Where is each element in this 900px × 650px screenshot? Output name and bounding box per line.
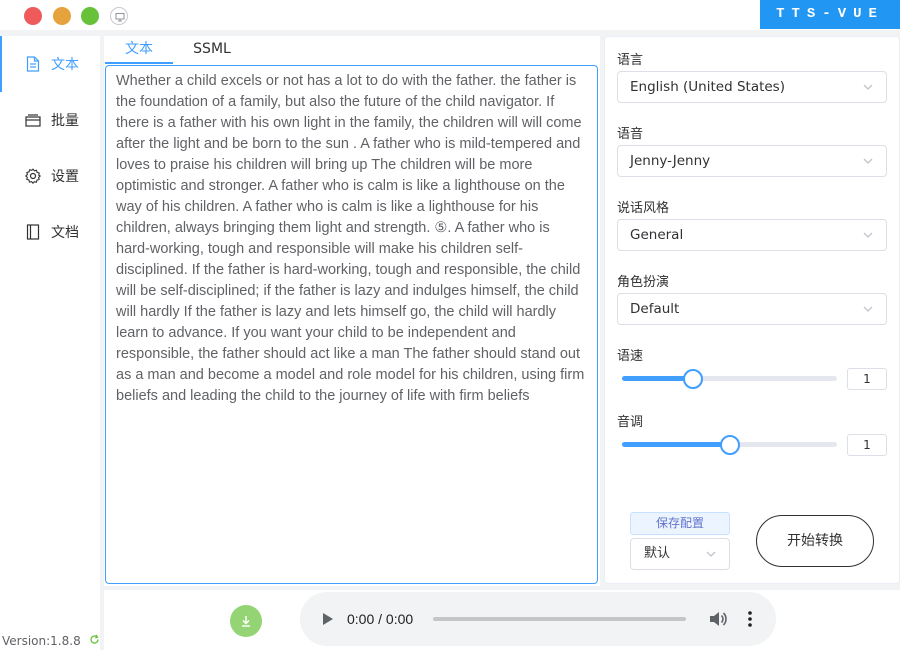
- gear-icon: [24, 167, 42, 185]
- settings-panel: 语言 English (United States) 语音 Jenny-Jenn…: [604, 36, 900, 584]
- sidebar-item-text[interactable]: 文本: [0, 36, 100, 92]
- layers-icon: [24, 111, 42, 129]
- version-info: Version:1.8.8: [2, 634, 100, 648]
- speech-rate-label: 语速: [617, 349, 644, 364]
- app-brand-logo: TTS-VUE: [760, 0, 900, 29]
- sidebar-item-label: 设置: [51, 169, 79, 185]
- config-preset-value: 默认: [644, 546, 671, 561]
- sidebar-item-label: 批量: [51, 113, 79, 129]
- audio-player: 0:00 / 0:00: [300, 592, 776, 646]
- editor-panel: 文本 SSML Whether a child excels or not ha…: [104, 36, 600, 586]
- play-icon[interactable]: [318, 609, 336, 629]
- speaking-style-select[interactable]: General: [617, 219, 887, 251]
- app-window: TTS-VUE 文本 批量 设置 文档 Version:1.8.8 文本 SSM…: [0, 0, 900, 650]
- editor-tabs: 文本 SSML: [104, 36, 600, 64]
- language-value: English (United States): [630, 79, 785, 95]
- audio-time: 0:00 / 0:00: [347, 611, 414, 627]
- pitch-input[interactable]: 1: [847, 434, 887, 456]
- voice-select[interactable]: Jenny-Jenny: [617, 145, 887, 177]
- save-config-button[interactable]: 保存配置: [630, 512, 730, 535]
- language-label: 语言: [617, 53, 644, 68]
- title-bar: TTS-VUE: [0, 0, 900, 30]
- maximize-window-button[interactable]: [81, 7, 99, 25]
- tab-ssml[interactable]: SSML: [176, 36, 248, 64]
- speech-rate-input[interactable]: 1: [847, 368, 887, 390]
- refresh-icon[interactable]: [89, 634, 100, 648]
- audio-progress-bar[interactable]: [433, 617, 686, 621]
- config-preset-select[interactable]: 默认: [630, 538, 730, 570]
- download-icon: [242, 616, 250, 627]
- more-options-icon[interactable]: [744, 609, 756, 629]
- volume-icon[interactable]: [708, 610, 728, 628]
- chevron-down-icon: [706, 551, 716, 557]
- bottom-bar: 0:00 / 0:00: [104, 590, 900, 650]
- slider-handle[interactable]: [719, 435, 740, 455]
- text-input-area[interactable]: Whether a child excels or not has a lot …: [105, 65, 598, 584]
- slider-fill: [622, 442, 730, 447]
- chevron-down-icon: [863, 232, 873, 238]
- download-button[interactable]: [230, 605, 262, 637]
- language-select[interactable]: English (United States): [617, 71, 887, 103]
- sidebar-item-label: 文档: [51, 225, 79, 241]
- sidebar-item-settings[interactable]: 设置: [0, 148, 100, 204]
- close-window-button[interactable]: [24, 7, 42, 25]
- pitch-label: 音调: [617, 415, 644, 430]
- sidebar-item-batch[interactable]: 批量: [0, 92, 100, 148]
- chevron-down-icon: [863, 158, 873, 164]
- mini-mode-button[interactable]: [110, 7, 128, 25]
- speaking-style-value: General: [630, 227, 684, 243]
- chevron-down-icon: [863, 306, 873, 312]
- sidebar-item-docs[interactable]: 文档: [0, 204, 100, 260]
- sidebar: 文本 批量 设置 文档 Version:1.8.8: [0, 36, 100, 650]
- voice-label: 语音: [617, 127, 644, 142]
- voice-value: Jenny-Jenny: [630, 153, 711, 169]
- speaking-style-label: 说话风格: [617, 201, 670, 216]
- start-conversion-button[interactable]: 开始转换: [756, 515, 874, 567]
- pitch-slider[interactable]: [622, 435, 837, 455]
- version-label: Version:1.8.8: [2, 634, 81, 648]
- role-play-value: Default: [630, 301, 680, 317]
- slider-handle[interactable]: [682, 369, 703, 389]
- minimize-window-button[interactable]: [53, 7, 71, 25]
- book-icon: [24, 223, 42, 241]
- sidebar-item-label: 文本: [51, 57, 79, 73]
- speech-rate-slider[interactable]: [622, 369, 837, 389]
- document-icon: [24, 55, 42, 73]
- chevron-down-icon: [863, 84, 873, 90]
- monitor-icon: [115, 13, 125, 22]
- role-play-select[interactable]: Default: [617, 293, 887, 325]
- role-play-label: 角色扮演: [617, 275, 670, 290]
- tab-text[interactable]: 文本: [105, 36, 173, 64]
